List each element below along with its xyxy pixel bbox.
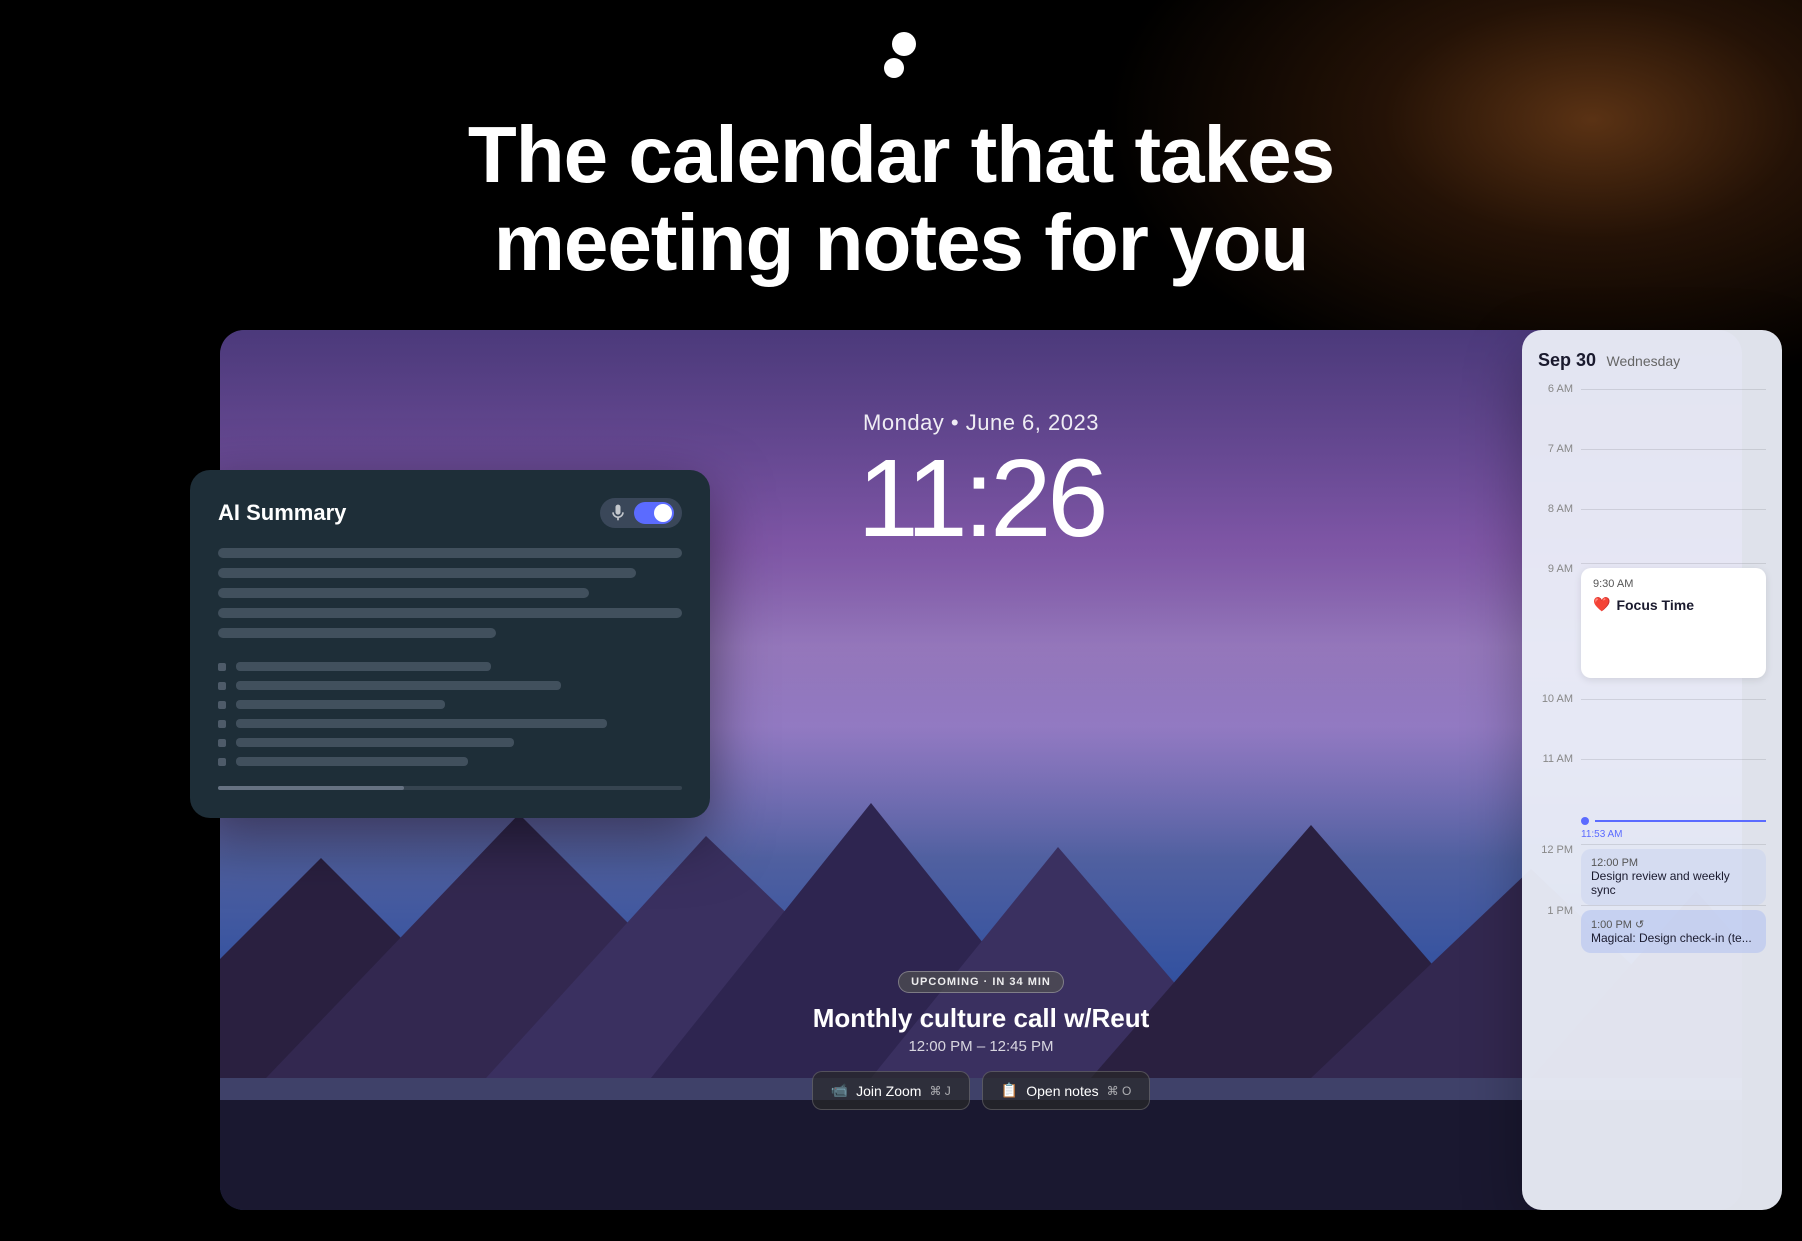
ai-scrollbar-thumb [218,786,404,790]
time-row-6am: 6 AM [1538,383,1766,443]
time-label-6am: 6 AM [1538,383,1573,395]
event-title: Monthly culture call w/Reut [771,1003,1191,1034]
ai-panel-header: AI Summary [218,498,682,528]
bullet-text [236,700,445,709]
current-time-indicator [1581,817,1766,825]
bullet-item-5 [218,738,682,747]
bullet-dot [218,682,226,690]
clock-date: Monday • June 6, 2023 [857,410,1104,436]
magical-event-time: 1:00 PM ↺ [1591,918,1756,931]
logo [876,30,926,95]
join-shortcut: ⌘ J [929,1084,950,1098]
ai-text-lines [218,548,682,638]
design-event-time: 12:00 PM [1591,857,1756,869]
time-label-1pm: 1 PM [1538,905,1573,917]
calendar-sidebar: Sep 30 Wednesday 6 AM 7 AM 8 AM 9 AM [1522,330,1782,1210]
time-slot-1pm: 1:00 PM ↺ Magical: Design check-in (te..… [1581,905,1766,953]
cal-header: Sep 30 Wednesday [1538,350,1766,371]
text-line-5 [218,628,496,638]
time-dash [1595,820,1766,822]
time-row-7am: 7 AM [1538,443,1766,503]
magical-event[interactable]: 1:00 PM ↺ Magical: Design check-in (te..… [1581,910,1766,953]
ai-scrollbar[interactable] [218,786,682,790]
time-row-9am: 9 AM 9:30 AM ❤️ Focus Time [1538,563,1766,693]
hero-section: The calendar that takes meeting notes fo… [0,30,1802,287]
event-card: UPCOMING · IN 34 MIN Monthly culture cal… [771,971,1191,1110]
time-label-8am: 8 AM [1538,503,1573,515]
time-label-12pm: 12 PM [1538,844,1573,856]
open-notes-button[interactable]: 📋 Open notes ⌘ O [982,1071,1151,1110]
bullet-text [236,738,514,747]
time-row-11am: 11 AM [1538,753,1766,813]
time-line [1581,509,1766,510]
time-row-10am: 10 AM [1538,693,1766,753]
time-line [1581,699,1766,700]
upcoming-badge: UPCOMING · IN 34 MIN [898,971,1064,993]
text-line-3 [218,588,589,598]
ai-bullet-list [218,662,682,766]
ui-container: Monday • June 6, 2023 11:26 UPCOMING · I… [220,330,1742,1241]
heart-icon: ❤️ [1593,596,1610,613]
bullet-item-4 [218,719,682,728]
video-icon: 📹 [831,1082,848,1099]
bullet-dot [218,739,226,747]
text-line-1 [218,548,682,558]
focus-event-title: ❤️ Focus Time [1593,596,1754,613]
bullet-text [236,719,607,728]
mic-icon [608,503,628,523]
time-slot-9am: 9:30 AM ❤️ Focus Time [1581,563,1766,678]
time-line [1581,759,1766,760]
bullet-item-2 [218,681,682,690]
time-slots: 6 AM 7 AM 8 AM 9 AM 9:30 [1538,383,1766,985]
cal-date: Sep 30 [1538,350,1596,370]
join-zoom-button[interactable]: 📹 Join Zoom ⌘ J [812,1071,970,1110]
open-notes-label: Open notes [1026,1083,1098,1099]
bullet-item-1 [218,662,682,671]
event-buttons: 📹 Join Zoom ⌘ J 📋 Open notes ⌘ O [771,1071,1191,1110]
clock-time: 11:26 [857,444,1104,554]
event-time: 12:00 PM – 12:45 PM [771,1038,1191,1055]
time-label-9am: 9 AM [1538,563,1573,575]
cal-day: Wednesday [1607,353,1681,369]
ai-summary-title: AI Summary [218,500,346,526]
bullet-item-3 [218,700,682,709]
time-line [1581,389,1766,390]
time-row-12pm: 12 PM 12:00 PM Design review and weekly … [1538,844,1766,905]
bullet-item-6 [218,757,682,766]
toggle-container[interactable] [600,498,682,528]
hero-title: The calendar that takes meeting notes fo… [0,111,1802,287]
bullet-dot [218,720,226,728]
time-row-8am: 8 AM [1538,503,1766,563]
text-line-4 [218,608,682,618]
bullet-dot [218,758,226,766]
design-review-event[interactable]: 12:00 PM Design review and weekly sync [1581,849,1766,905]
time-line [1581,449,1766,450]
design-event-title: Design review and weekly sync [1591,869,1756,897]
bullet-dot [218,701,226,709]
time-slot-12pm: 12:00 PM Design review and weekly sync [1581,844,1766,905]
focus-event-time: 9:30 AM [1593,578,1754,590]
clock-overlay: Monday • June 6, 2023 11:26 [857,410,1104,554]
current-time-label: 11:53 AM [1581,829,1766,840]
ai-summary-panel: AI Summary [190,470,710,818]
notes-icon: 📋 [1001,1082,1018,1099]
bullet-text [236,681,561,690]
time-label-7am: 7 AM [1538,443,1573,455]
join-zoom-label: Join Zoom [856,1083,921,1099]
time-label-11am: 11 AM [1538,753,1573,765]
toggle-knob [654,504,672,522]
notes-shortcut: ⌘ O [1107,1084,1132,1098]
bullet-dot [218,663,226,671]
time-label-10am: 10 AM [1538,693,1573,705]
bullet-text [236,662,491,671]
focus-time-event[interactable]: 9:30 AM ❤️ Focus Time [1581,568,1766,678]
time-dot [1581,817,1589,825]
time-row-1pm: 1 PM 1:00 PM ↺ Magical: Design check-in … [1538,905,1766,985]
ai-toggle[interactable] [634,502,674,524]
bullet-text [236,757,468,766]
text-line-2 [218,568,636,578]
magical-event-title: Magical: Design check-in (te... [1591,931,1756,945]
